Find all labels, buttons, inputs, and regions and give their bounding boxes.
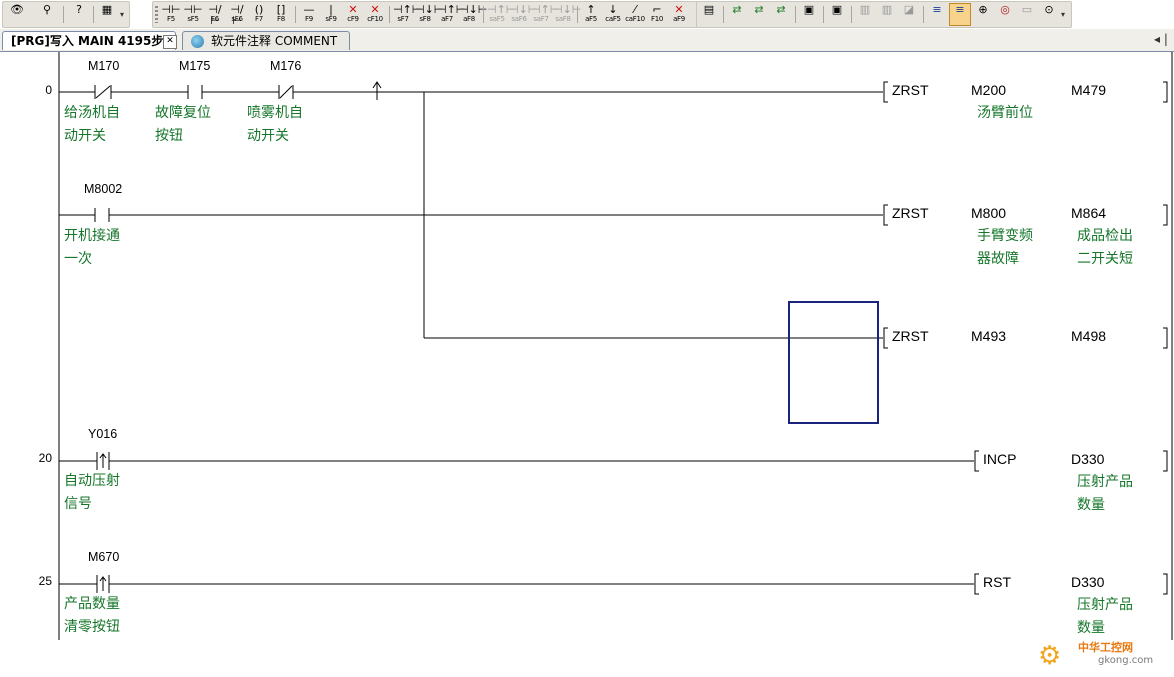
instruction-operand[interactable]: M864: [1071, 205, 1106, 221]
device-test-icon[interactable]: ◎: [995, 4, 1015, 25]
contact-parallel-no-icon[interactable]: ⊣⊢ sF5: [183, 4, 203, 25]
toolbar-grip[interactable]: [155, 6, 158, 23]
toolbar-overflow-chevron-icon[interactable]: ▾: [120, 8, 128, 22]
monitor-icon[interactable]: ◪: [899, 4, 919, 25]
toolbar-group-tools: ▤ ⇄ ⇄ ⇄ ▣ ▣ ▥ ▥ ◪ ≡ ≡ ⊕ ◎ ▭ ⊙ ▾: [696, 1, 1072, 28]
rung-branch: [424, 327, 1168, 349]
instruction-opcode[interactable]: RST: [983, 574, 1011, 590]
toolbar: 👁 ⚲ ? ▦ ▾ ⊣⊢ F5 ⊣⊢ sF5 ⊣/⊢ F6 ⊣/⊢ sF6 () F7 […: [0, 0, 1174, 29]
device-comment: 压射产品 数量: [1077, 597, 1133, 636]
erase-line-icon[interactable]: ✕ aF9: [669, 4, 689, 25]
instruction-icon[interactable]: [] F8: [271, 4, 291, 25]
list-icon[interactable]: ▤: [699, 4, 719, 25]
comment-icon[interactable]: ▣: [799, 4, 819, 25]
rung-number: 25: [38, 574, 52, 588]
toolbar-group-view: 👁 ⚲ ? ▦ ▾: [2, 1, 130, 28]
toolbar-group-ladder-symbols: ⊣⊢ F5 ⊣⊢ sF5 ⊣/⊢ F6 ⊣/⊢ sF6 () F7 [] F8 — F9 | s…: [152, 1, 698, 28]
device-comment: 压射产品 数量: [1077, 474, 1133, 513]
parallel-rising-pulse-icon[interactable]: ⊣↑⊢ aF7: [437, 4, 465, 25]
ladder-editor[interactable]: 0 20 25 M170 M175 M176 M8002 Y016 M670 给…: [0, 52, 1174, 671]
rising-pulse-icon[interactable]: ⊣↑⊢ sF7: [393, 4, 421, 25]
online-change-icon[interactable]: ⇄: [771, 4, 791, 25]
view-icon[interactable]: 👁: [7, 4, 27, 25]
contact-device-label[interactable]: M170: [88, 59, 119, 73]
ladder-mode-icon[interactable]: ≡: [927, 4, 947, 25]
alias-icon[interactable]: ▥: [877, 4, 897, 25]
zoom-icon[interactable]: ⊕: [973, 4, 993, 25]
instruction-operand[interactable]: M498: [1071, 328, 1106, 344]
falling-pulse-icon[interactable]: ⊣↓⊢ sF8: [415, 4, 443, 25]
vertical-line-icon[interactable]: | sF9: [321, 4, 341, 25]
binoculars-icon[interactable]: ▦: [97, 4, 117, 25]
contact-nc-icon[interactable]: ⊣/⊢ F6: [205, 4, 225, 26]
close-icon[interactable]: ✕: [163, 35, 177, 49]
rung-number: 20: [38, 451, 52, 465]
ladder-cursor: [788, 301, 879, 424]
contact-device-label[interactable]: M175: [179, 59, 210, 73]
tab-scroll-left-icon[interactable]: ◂ |: [1154, 32, 1168, 46]
rising-pulse-inverse-icon[interactable]: ⊣↑⊢ saF5: [487, 4, 515, 25]
instruction-opcode[interactable]: ZRST: [892, 82, 929, 98]
instruction-operand[interactable]: M200: [971, 82, 1006, 98]
statement-icon[interactable]: ▣: [827, 4, 847, 25]
horizontal-line-icon[interactable]: — F9: [299, 4, 319, 25]
watermark: ⚙ 中华工控网 gkong.com: [1038, 637, 1168, 677]
toolbar-overflow-chevron-icon[interactable]: ▾: [1061, 8, 1069, 22]
contact-device-label[interactable]: M670: [88, 550, 119, 564]
operation-rising-icon[interactable]: ↑ aF5: [581, 4, 601, 25]
contact-device-label[interactable]: M8002: [84, 182, 122, 196]
rung-number: 0: [45, 83, 52, 97]
find-icon[interactable]: ⚲: [37, 4, 57, 25]
tab-label: 软元件注释 COMMENT: [211, 34, 338, 48]
parallel-falling-inverse-icon[interactable]: ⊣↓⊢ saF8: [553, 4, 581, 25]
device-comment: 产品数量 清零按钮: [64, 596, 120, 635]
draw-line-icon[interactable]: ⌐ F10: [647, 4, 667, 25]
convert-icon[interactable]: ⇄: [727, 4, 747, 25]
parallel-rising-inverse-icon[interactable]: ⊣↑⊢ saF7: [531, 4, 559, 25]
device-comment: 汤臂前位: [977, 105, 1033, 121]
coil-icon[interactable]: () F7: [249, 4, 269, 25]
instruction-operand[interactable]: M479: [1071, 82, 1106, 98]
window-icon[interactable]: ▭: [1017, 4, 1037, 25]
parallel-falling-pulse-icon[interactable]: ⊣↓⊢ aF8: [459, 4, 487, 25]
watermark-text: gkong.com: [1098, 655, 1154, 666]
device-comment: 喷雾机自 动开关: [247, 105, 303, 144]
instruction-operand[interactable]: D330: [1071, 574, 1104, 590]
contact-parallel-nc-icon[interactable]: ⊣/⊢ sF6: [227, 4, 247, 26]
instruction-operand[interactable]: M800: [971, 205, 1006, 221]
device-comment: 开机接通 一次: [64, 228, 120, 267]
note-icon[interactable]: ▥: [855, 4, 875, 25]
ladder-monitor-icon[interactable]: ≡: [949, 3, 971, 26]
falling-pulse-inverse-icon[interactable]: ⊣↓⊢ saF6: [509, 4, 537, 25]
search-icon[interactable]: ⊙: [1039, 4, 1059, 25]
device-comment: 给汤机自 动开关: [64, 105, 120, 144]
tab-bar: [PRG]写入 MAIN 4195步 ✕ 软元件注释 COMMENT ◂ |: [0, 29, 1174, 52]
contact-device-label[interactable]: Y016: [88, 427, 117, 441]
convert-all-icon[interactable]: ⇄: [749, 4, 769, 25]
instruction-opcode[interactable]: ZRST: [892, 205, 929, 221]
watermark-text: 中华工控网: [1078, 641, 1133, 654]
delete-horizontal-icon[interactable]: ✕ cF9: [343, 4, 363, 25]
delete-vertical-icon[interactable]: ✕ cF10: [365, 4, 385, 25]
contact-no-icon[interactable]: ⊣⊢ F5: [161, 4, 181, 25]
instruction-operand[interactable]: D330: [1071, 451, 1104, 467]
instruction-operand[interactable]: M493: [971, 328, 1006, 344]
help-icon[interactable]: ?: [69, 4, 89, 25]
device-comment: 故障复位 按钮: [155, 105, 211, 144]
operation-falling-icon[interactable]: ↓ caF5: [603, 4, 623, 25]
device-comment: 自动压射 信号: [64, 473, 120, 512]
instruction-opcode[interactable]: ZRST: [892, 328, 929, 344]
tab-device-comment[interactable]: 软元件注释 COMMENT: [182, 31, 350, 50]
invert-result-icon[interactable]: ⁄ caF10: [625, 4, 645, 25]
gear-icon: ⚙: [1038, 641, 1062, 671]
device-comment: 成品检出 二开关短: [1077, 228, 1133, 267]
tab-label: [PRG]写入 MAIN 4195步: [11, 34, 164, 48]
contact-device-label[interactable]: M176: [270, 59, 301, 73]
instruction-opcode[interactable]: INCP: [983, 451, 1016, 467]
tab-program-main[interactable]: [PRG]写入 MAIN 4195步 ✕: [2, 31, 177, 50]
globe-icon: [191, 35, 204, 48]
device-comment: 手臂变频 器故障: [977, 228, 1033, 267]
